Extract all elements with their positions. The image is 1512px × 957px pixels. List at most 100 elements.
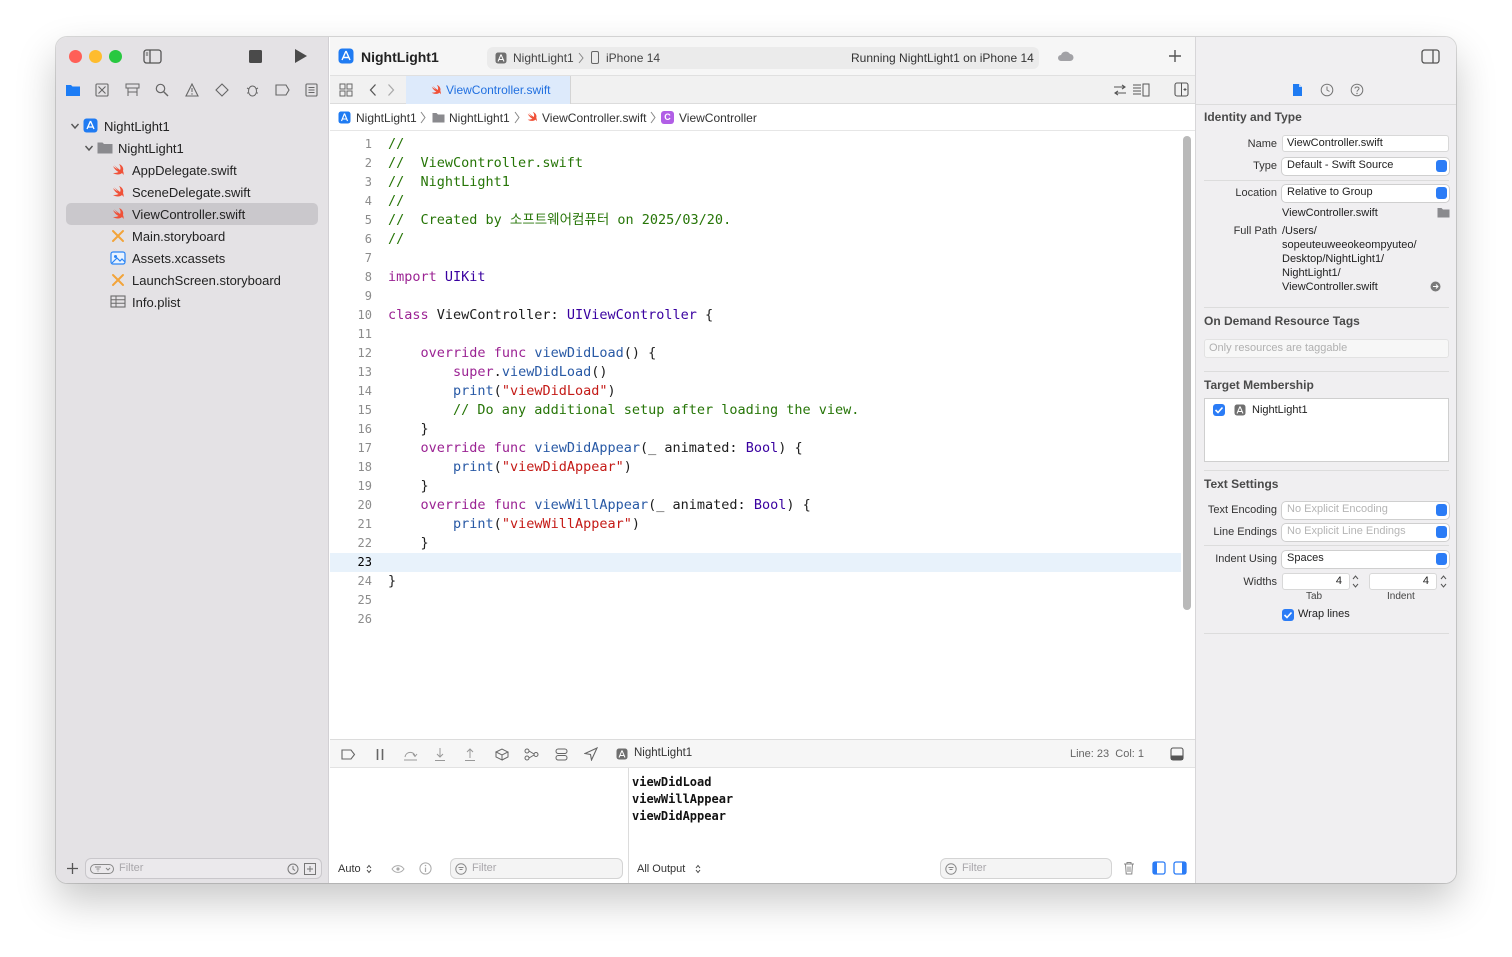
file-inspector-icon[interactable] <box>1292 83 1303 97</box>
project-navigator-icon[interactable] <box>65 83 81 97</box>
report-navigator-icon[interactable] <box>305 83 318 97</box>
variables-filter-field[interactable]: Filter <box>450 858 623 879</box>
indent-width-stepper[interactable] <box>1439 573 1448 590</box>
stop-button[interactable] <box>249 50 262 63</box>
inspector-toggle-icon[interactable] <box>1421 49 1440 64</box>
show-variables-view-icon[interactable] <box>1152 861 1166 875</box>
find-navigator-icon[interactable] <box>155 83 169 97</box>
code-line[interactable]: 5 // Created by 소프트웨어컴퓨터 on 2025/03/20. <box>330 211 1181 230</box>
tree-item-file[interactable]: Assets.xcassets <box>66 247 318 269</box>
filter-options-icon[interactable] <box>90 864 114 874</box>
code-line[interactable]: 10 class ViewController: UIViewController… <box>330 306 1181 325</box>
minimize-window-button[interactable] <box>89 50 102 63</box>
breadcrumb-group[interactable]: NightLight1 <box>449 111 510 125</box>
view-hierarchy-icon[interactable] <box>495 748 509 761</box>
issue-navigator-icon[interactable] <box>185 83 199 97</box>
split-editor-icon[interactable] <box>1174 82 1189 97</box>
run-button[interactable] <box>293 48 308 64</box>
tree-item-file[interactable]: SceneDelegate.swift <box>66 181 318 203</box>
code-line[interactable]: 1 // <box>330 135 1181 154</box>
code-line[interactable]: 15 // Do any additional setup after load… <box>330 401 1181 420</box>
code-line[interactable]: 26 <box>330 610 1181 629</box>
wrap-lines-checkbox[interactable] <box>1282 609 1294 621</box>
code-line[interactable]: 18 print("viewDidAppear") <box>330 458 1181 477</box>
destination-selector[interactable]: iPhone 14 <box>606 51 660 65</box>
tree-item-group[interactable]: NightLight1 <box>66 137 318 159</box>
close-window-button[interactable] <box>69 50 82 63</box>
simulate-location-icon[interactable] <box>584 747 598 761</box>
editor-options-icon[interactable] <box>1132 83 1150 97</box>
code-line[interactable]: 14 print("viewDidLoad") <box>330 382 1181 401</box>
code-line[interactable]: 8 import UIKit <box>330 268 1181 287</box>
location-popup[interactable]: Relative to Group <box>1282 185 1449 202</box>
code-line[interactable]: 19 } <box>330 477 1181 496</box>
environment-overrides-icon[interactable] <box>555 748 568 761</box>
up-down-arrows-icon[interactable] <box>695 864 701 874</box>
code-line[interactable]: 12 override func viewDidLoad() { <box>330 344 1181 363</box>
zoom-window-button[interactable] <box>109 50 122 63</box>
breakpoint-navigator-icon[interactable] <box>275 84 290 96</box>
code-line[interactable]: 9 <box>330 287 1181 306</box>
folder-icon[interactable] <box>1437 207 1450 218</box>
navigator-filter-field[interactable]: Filter <box>85 858 322 879</box>
recent-files-icon[interactable] <box>287 863 299 875</box>
trash-icon[interactable] <box>1123 861 1135 875</box>
code-line[interactable]: 2 // ViewController.swift <box>330 154 1181 173</box>
editor-scrollbar[interactable] <box>1183 136 1191 610</box>
forward-icon[interactable] <box>387 83 395 97</box>
target-checkbox[interactable] <box>1213 404 1225 416</box>
chevron-down-icon[interactable] <box>70 121 80 131</box>
related-items-icon[interactable] <box>339 83 353 97</box>
odr-tags-field[interactable]: Only resources are taggable <box>1204 339 1449 358</box>
show-console-view-icon[interactable] <box>1173 861 1187 875</box>
back-icon[interactable] <box>369 83 377 97</box>
hide-debug-area-icon[interactable] <box>1170 747 1184 761</box>
tree-item-file[interactable]: AppDelegate.swift <box>66 159 318 181</box>
breakpoints-toggle-icon[interactable] <box>341 749 356 760</box>
up-down-arrows-icon[interactable] <box>366 864 372 874</box>
console-filter-field[interactable]: Filter <box>940 858 1112 879</box>
code-line[interactable]: 23 <box>330 553 1181 572</box>
step-out-icon[interactable] <box>464 747 476 762</box>
symbol-navigator-icon[interactable] <box>125 83 140 97</box>
pause-icon[interactable] <box>375 748 385 761</box>
sidebar-toggle-icon[interactable] <box>143 49 162 64</box>
library-add-icon[interactable] <box>1168 49 1182 63</box>
help-inspector-icon[interactable] <box>1350 83 1364 97</box>
type-popup[interactable]: Default - Swift Source <box>1282 158 1449 175</box>
code-line[interactable]: 24} <box>330 572 1181 591</box>
add-icon[interactable] <box>66 862 79 875</box>
scheme-selector[interactable]: NightLight1 <box>513 51 574 65</box>
code-review-icon[interactable] <box>1113 84 1127 96</box>
breadcrumb-symbol[interactable]: ViewController <box>679 111 757 125</box>
tree-item-file[interactable]: Main.storyboard <box>66 225 318 247</box>
info-icon[interactable] <box>419 862 432 875</box>
code-line[interactable]: 3 // NightLight1 <box>330 173 1181 192</box>
tab-width-field[interactable]: 4 <box>1282 573 1350 590</box>
code-line[interactable]: 20 override func viewWillAppear(_ animat… <box>330 496 1181 515</box>
eye-icon[interactable] <box>391 864 405 874</box>
source-control-navigator-icon[interactable] <box>95 83 109 97</box>
source-editor[interactable]: 1 // 2 // ViewController.swift 3 // NightLigh… <box>330 131 1195 739</box>
chevron-down-icon[interactable] <box>84 143 94 153</box>
reveal-in-finder-icon[interactable] <box>1430 281 1441 292</box>
code-line[interactable]: 16 } <box>330 420 1181 439</box>
step-into-icon[interactable] <box>434 747 446 762</box>
code-line[interactable]: 4 // <box>330 192 1181 211</box>
code-line[interactable]: 22 } <box>330 534 1181 553</box>
step-over-icon[interactable] <box>403 748 418 761</box>
editor-tab-active[interactable]: ViewController.swift <box>406 76 571 104</box>
code-line[interactable]: 7 <box>330 249 1181 268</box>
indent-width-field[interactable]: 4 <box>1369 573 1437 590</box>
name-field[interactable]: ViewController.swift <box>1282 135 1449 152</box>
scm-filter-icon[interactable] <box>304 863 316 875</box>
breadcrumb-project[interactable]: NightLight1 <box>356 111 417 125</box>
tree-item-file-selected[interactable]: ViewController.swift <box>66 203 318 225</box>
line-endings-popup[interactable]: No Explicit Line Endings <box>1282 524 1449 541</box>
code-line[interactable]: 11 <box>330 325 1181 344</box>
tree-item-file[interactable]: Info.plist <box>66 291 318 313</box>
process-label[interactable]: NightLight1 <box>634 747 692 759</box>
history-inspector-icon[interactable] <box>1320 83 1334 97</box>
tree-item-project[interactable]: NightLight1 <box>66 115 318 137</box>
code-line[interactable]: 6 // <box>330 230 1181 249</box>
